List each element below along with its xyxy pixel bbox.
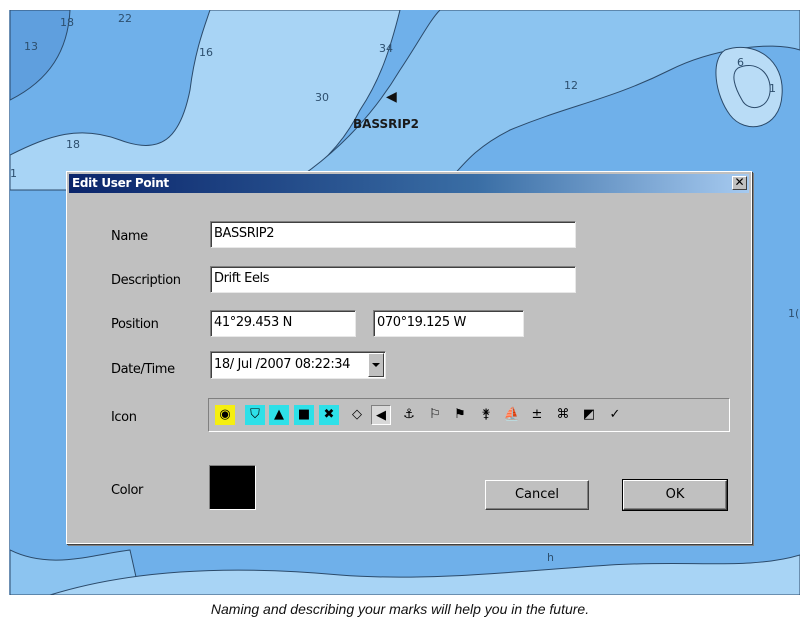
waypoint-label[interactable]: BASSRIP2 bbox=[353, 117, 419, 131]
can-buoy-icon[interactable]: ■ bbox=[294, 405, 314, 425]
longitude-field[interactable]: 070°19.125 W bbox=[373, 310, 524, 337]
description-field[interactable]: Drift Eels bbox=[210, 266, 576, 293]
depth-sounding: 16 bbox=[199, 46, 213, 59]
color-label: Color bbox=[111, 483, 143, 498]
datetime-value: 18/ Jul /2007 08:22:34 bbox=[214, 357, 351, 372]
depth-sounding: 18 bbox=[66, 138, 80, 151]
depth-sounding: 13 bbox=[24, 40, 38, 53]
anchor-icon[interactable]: ⚓ bbox=[399, 405, 419, 425]
depth-sounding: 34 bbox=[379, 42, 393, 55]
ok-button[interactable]: OK bbox=[622, 479, 728, 511]
check-mark-icon[interactable]: ✓ bbox=[605, 405, 625, 425]
diver-icon[interactable]: ⚵ bbox=[476, 405, 496, 425]
close-icon: ✕ bbox=[734, 175, 745, 189]
depth-sounding: 1 bbox=[769, 82, 776, 95]
edit-user-point-dialog: Edit User Point ✕ Name BASSRIP2 Descript… bbox=[66, 171, 752, 544]
name-field[interactable]: BASSRIP2 bbox=[210, 221, 576, 248]
wreck-icon[interactable]: ⌘ bbox=[553, 405, 573, 425]
dialog-title: Edit User Point bbox=[72, 176, 169, 190]
depth-sounding: 12 bbox=[564, 79, 578, 92]
caption-text: Naming and describing your marks will he… bbox=[210, 601, 590, 617]
sailboat-icon[interactable]: ⛵ bbox=[502, 405, 522, 425]
depth-sounding: 22 bbox=[118, 12, 132, 25]
color-swatch[interactable] bbox=[209, 465, 256, 510]
diamond-icon[interactable]: ◇ bbox=[347, 405, 367, 425]
tower-icon[interactable]: ± bbox=[527, 405, 547, 425]
dialog-titlebar[interactable]: Edit User Point ✕ bbox=[69, 174, 749, 193]
depth-sounding: 30 bbox=[315, 91, 329, 104]
danger-x-icon[interactable]: ✖ bbox=[319, 405, 339, 425]
position-label: Position bbox=[111, 317, 159, 332]
target-icon[interactable]: ◉ bbox=[215, 405, 235, 425]
fish-icon[interactable]: ◀ bbox=[371, 405, 391, 425]
buoy-icon[interactable]: ⛉ bbox=[245, 405, 265, 425]
depth-sounding: 1( bbox=[788, 307, 800, 320]
latitude-field[interactable]: 41°29.453 N bbox=[210, 310, 356, 337]
flag-solid-icon[interactable]: ⚑ bbox=[450, 405, 470, 425]
square-mark-icon[interactable]: ◩ bbox=[579, 405, 599, 425]
datetime-label: Date/Time bbox=[111, 362, 175, 377]
datetime-dropdown[interactable]: 18/ Jul /2007 08:22:34 bbox=[210, 351, 386, 379]
flag-outline-icon[interactable]: ⚐ bbox=[425, 405, 445, 425]
name-label: Name bbox=[111, 229, 148, 244]
cancel-button[interactable]: Cancel bbox=[485, 480, 589, 510]
depth-sounding: 18 bbox=[60, 16, 74, 29]
beacon-icon[interactable]: ▲ bbox=[269, 405, 289, 425]
depth-sounding: 6 bbox=[737, 56, 744, 69]
description-label: Description bbox=[111, 273, 181, 288]
chevron-down-icon[interactable] bbox=[368, 353, 384, 377]
icon-picker: ◉ ⛉ ▲ ■ ✖ ◇ ◀ ⚓ ⚐ ⚑ ⚵ ⛵ ± ⌘ ◩ ✓ bbox=[208, 398, 730, 432]
depth-sounding: 1 bbox=[10, 167, 17, 180]
close-button[interactable]: ✕ bbox=[732, 176, 747, 190]
icon-label: Icon bbox=[111, 410, 137, 425]
depth-sounding: h bbox=[547, 551, 554, 564]
fish-icon[interactable]: ◀ bbox=[386, 88, 397, 105]
